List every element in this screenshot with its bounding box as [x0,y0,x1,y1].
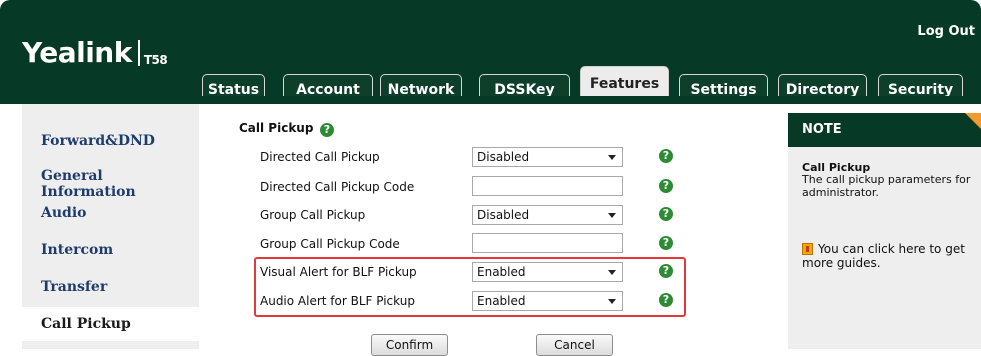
row-label-visual-alert-blf-pickup: Visual Alert for BLF Pickup [260,265,417,279]
help-icon[interactable]: ? [659,236,673,250]
directed-call-pickup-select[interactable]: Disabled [472,147,623,167]
group-call-pickup-select[interactable]: Disabled [472,205,623,225]
select-value: Disabled [477,150,530,164]
visual-alert-blf-pickup-select[interactable]: Enabled [472,262,623,282]
tab-features[interactable]: Features [580,66,669,106]
tab-account[interactable]: Account [283,74,373,104]
help-icon[interactable]: ? [659,264,673,278]
tab-security[interactable]: Security [878,74,963,104]
chevron-down-icon [608,213,616,218]
group-call-pickup-code-input[interactable] [472,233,623,253]
help-icon[interactable]: ? [659,179,673,193]
logout-link[interactable]: Log Out [917,24,975,39]
tab-status[interactable]: Status [202,74,265,104]
section-title: Call Pickup [239,121,314,135]
chevron-down-icon [608,155,616,160]
note-heading: NOTE [788,113,981,147]
row-label-directed-call-pickup: Directed Call Pickup [260,150,380,164]
cancel-button[interactable]: Cancel [536,334,613,356]
tab-directory[interactable]: Directory [778,74,867,104]
sidebar-item-general-information[interactable]: General Information [41,168,199,200]
logo-model: T58 [143,53,168,67]
note-panel: NOTE Call Pickup The call pickup paramet… [780,104,981,349]
help-icon[interactable]: ? [659,149,673,163]
help-icon[interactable]: ? [659,207,673,221]
audio-alert-blf-pickup-select[interactable]: Enabled [472,291,623,311]
tab-dsskey[interactable]: DSSKey [479,74,570,104]
directed-call-pickup-code-input[interactable] [472,176,623,196]
row-label-directed-call-pickup-code: Directed Call Pickup Code [260,180,415,194]
yealink-logo: Yealink T58 [22,36,168,69]
logo-brand: Yealink [22,36,132,69]
guide-link[interactable]: You can click here to get [818,242,978,256]
tab-network[interactable]: Network [380,74,462,104]
logo-divider [137,40,140,66]
sidebar: Forward&DND General Information Audio In… [22,104,199,349]
confirm-button[interactable]: Confirm [371,334,448,356]
main-panel: Call Pickup ? Directed Call Pickup Disab… [199,104,780,356]
row-label-audio-alert-blf-pickup: Audio Alert for BLF Pickup [260,294,415,308]
sidebar-item-call-pickup[interactable]: Call Pickup [22,307,199,341]
sidebar-item-audio[interactable]: Audio [41,205,87,221]
chevron-down-icon [608,270,616,275]
select-value: Enabled [477,265,526,279]
chevron-down-icon [608,299,616,304]
note-corner-decoration [965,113,981,129]
tab-settings[interactable]: Settings [679,74,768,104]
help-icon[interactable]: ? [659,293,673,307]
select-value: Enabled [477,294,526,308]
guide-link-continued[interactable]: more guides. [802,256,881,270]
note-text: The call pickup parameters for administr… [802,173,971,199]
select-value: Disabled [477,208,530,222]
sidebar-item-intercom[interactable]: Intercom [41,242,113,258]
section-help-icon[interactable]: ? [320,123,334,137]
row-label-group-call-pickup-code: Group Call Pickup Code [260,237,400,251]
note-body: Call Pickup The call pickup parameters f… [788,147,981,349]
row-label-group-call-pickup: Group Call Pickup [260,208,366,222]
book-icon[interactable] [802,243,813,255]
header-bar: Yealink T58 Log Out Status Account Networ… [0,0,981,106]
sidebar-item-forward-dnd[interactable]: Forward&DND [41,133,155,149]
sidebar-item-transfer[interactable]: Transfer [41,279,107,295]
